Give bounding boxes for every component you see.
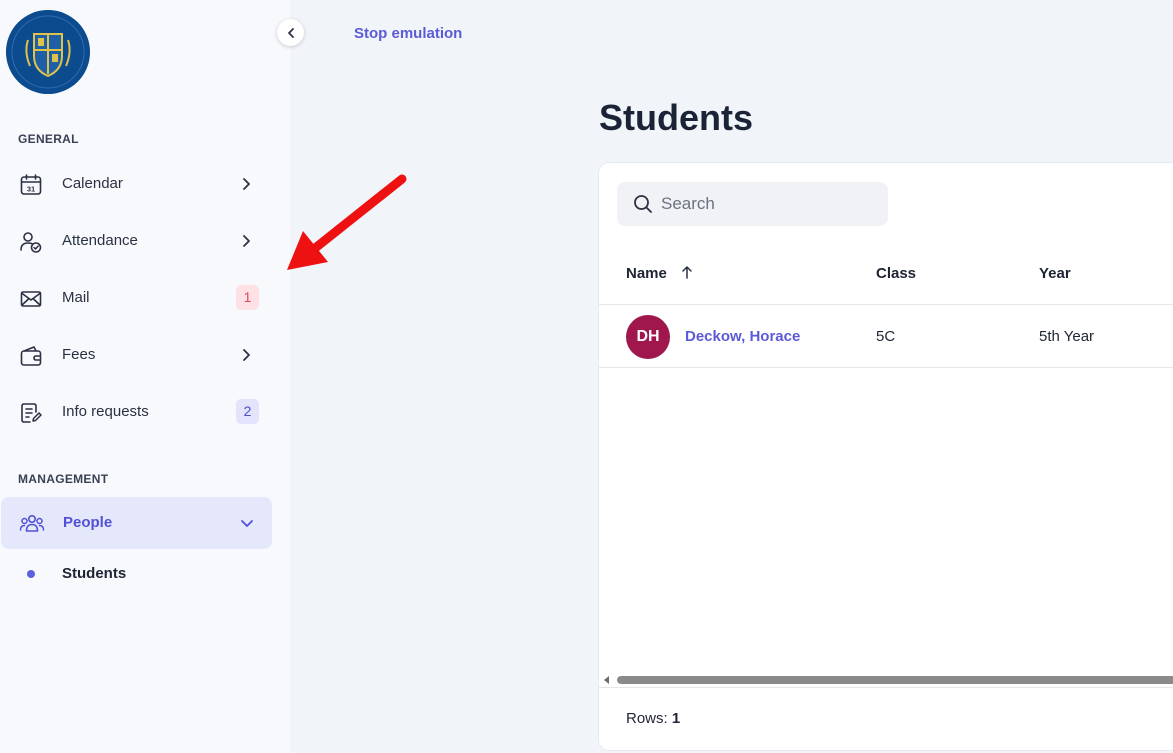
active-dot — [27, 570, 35, 578]
app-root: GENERAL 31 Calendar Attendance Mail 1 Fe… — [0, 0, 1173, 753]
chevron-right-icon — [243, 178, 250, 190]
crest-icon — [6, 10, 90, 94]
chevron-left-icon — [287, 27, 294, 38]
sidebar-item-label: Calendar — [62, 175, 123, 192]
column-header-class[interactable]: Class — [876, 265, 916, 282]
sidebar-item-calendar[interactable]: 31 Calendar — [0, 158, 272, 210]
info-requests-badge: 2 — [236, 399, 259, 424]
sidebar-item-attendance[interactable]: Attendance — [0, 215, 272, 267]
sidebar: GENERAL 31 Calendar Attendance Mail 1 Fe… — [0, 0, 304, 753]
user-check-icon — [18, 229, 44, 255]
calendar-day-number: 31 — [27, 185, 35, 194]
collapse-sidebar-button[interactable] — [277, 19, 304, 46]
student-class: 5C — [876, 328, 896, 345]
scroll-left-arrow[interactable] — [604, 676, 609, 684]
rows-count-label: Rows: — [626, 710, 668, 727]
search-input[interactable] — [661, 182, 881, 226]
stop-emulation-link[interactable]: Stop emulation — [354, 25, 462, 42]
rows-count: Rows: 1 — [626, 710, 680, 727]
sort-ascending-icon[interactable] — [679, 264, 695, 280]
student-name-link[interactable]: Deckow, Horace — [685, 328, 800, 345]
calendar-icon: 31 — [18, 172, 44, 198]
chevron-right-icon — [243, 349, 250, 361]
chevron-right-icon — [243, 235, 250, 247]
column-header-name[interactable]: Name — [626, 265, 667, 282]
sidebar-item-info-requests[interactable]: Info requests 2 — [0, 386, 272, 438]
search-icon — [634, 195, 652, 213]
rows-count-value: 1 — [671, 710, 681, 727]
mail-unread-badge: 1 — [236, 285, 259, 310]
students-table-card: Name Class Year DH Deckow, Horace 5C 5th… — [599, 163, 1173, 750]
sidebar-item-mail[interactable]: Mail 1 — [0, 272, 272, 324]
school-logo[interactable] — [6, 10, 90, 94]
page-title: Students — [599, 97, 754, 138]
wallet-icon — [18, 343, 44, 369]
mail-icon — [18, 286, 44, 312]
horizontal-scrollbar[interactable] — [599, 672, 1173, 688]
table-row[interactable]: DH Deckow, Horace 5C 5th Year — [599, 306, 1173, 368]
sidebar-subitem-students[interactable]: Students — [0, 558, 272, 590]
annotation-arrow-icon — [287, 174, 407, 270]
sidebar-item-label: People — [63, 514, 113, 531]
column-header-year[interactable]: Year — [1039, 265, 1071, 282]
sidebar-item-label: Attendance — [62, 232, 138, 249]
table-header: Name Class Year — [599, 247, 1173, 305]
avatar: DH — [626, 315, 670, 359]
sidebar-subitem-label: Students — [62, 565, 127, 582]
search-box[interactable] — [617, 182, 888, 226]
people-icon — [19, 511, 45, 537]
sidebar-item-fees[interactable]: Fees — [0, 329, 272, 381]
sidebar-item-label: Info requests — [62, 403, 149, 420]
sidebar-item-label: Mail — [62, 289, 90, 306]
section-label-general: GENERAL — [18, 132, 79, 146]
student-year: 5th Year — [1039, 328, 1095, 345]
section-label-management: MANAGEMENT — [18, 472, 109, 486]
sidebar-item-label: Fees — [62, 346, 96, 363]
sidebar-item-people[interactable]: People — [1, 497, 272, 549]
chevron-down-icon — [241, 520, 253, 527]
scrollbar-thumb[interactable] — [617, 676, 1173, 684]
document-edit-icon — [18, 400, 44, 426]
